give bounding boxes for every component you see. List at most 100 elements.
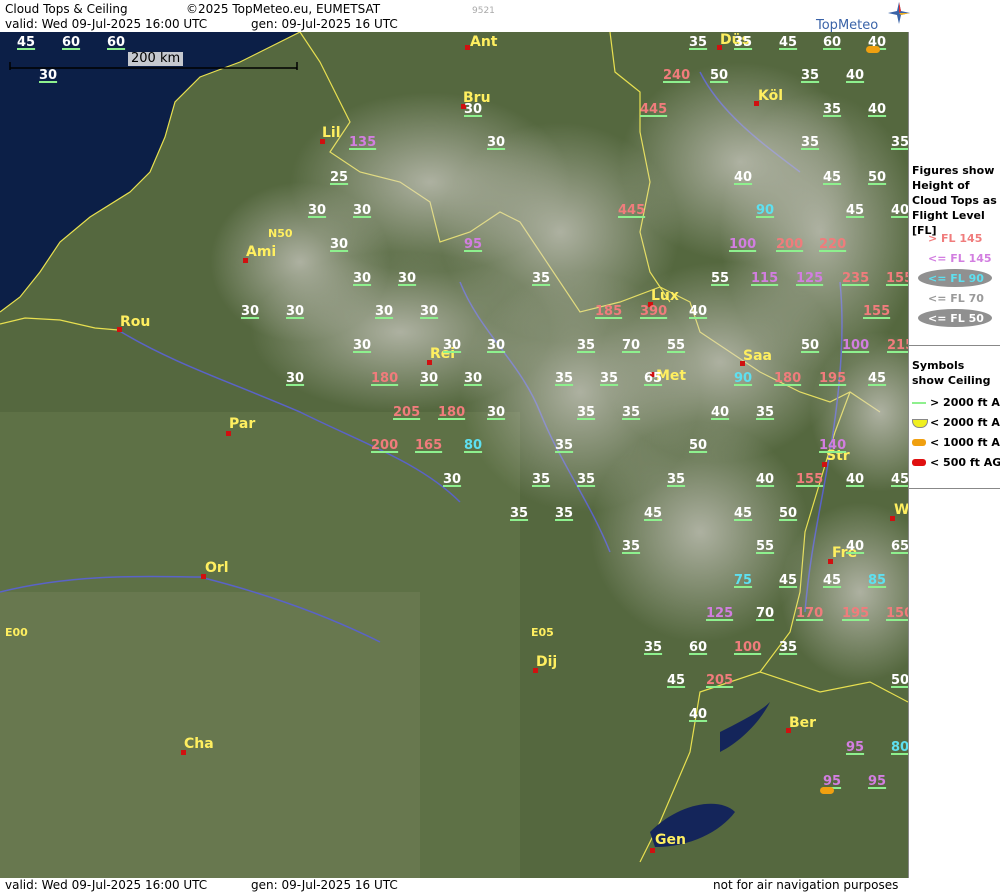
cloud-top-label: 215 [887,338,908,353]
cloud-top-label: 205 [706,673,734,688]
cloud-top-label: 35 [600,371,619,386]
legend-panel: Figures show Height of Cloud Tops as Fli… [908,32,1000,878]
city-label: Ami [246,244,277,260]
cloud-top-label: 195 [842,606,870,621]
cloud-top-label: 70 [622,338,641,353]
cloud-top-label: 35 [823,102,842,117]
cloud-top-label: 45 [644,506,663,521]
cloud-top-label: 35 [644,640,663,655]
cloud-top-label: 30 [308,203,327,218]
cloud-top-label: 45 [779,35,798,50]
city-label: Par [229,416,256,432]
cloud-top-label: 40 [734,170,753,185]
cloud-top-label: 55 [667,338,686,353]
cloud-top-label: 45 [891,472,908,487]
cloud-top-label: 135 [349,135,377,150]
cloud-top-label: 80 [464,438,483,453]
legend-fl-entry: <= FL 90 [928,272,984,285]
cloud-top-label: 30 [330,237,349,252]
cloud-top-label: 35 [577,472,596,487]
cloud-top-label: 200 [371,438,399,453]
cloud-top-label: 55 [756,539,775,554]
cloud-top-label: 40 [846,472,865,487]
city-label: Orl [205,560,229,576]
cloud-top-label: 45 [868,371,887,386]
cloud-top-label: 50 [891,673,908,688]
legend-ceiling-entry: < 500 ft AGL [930,456,1000,469]
legend-divider [909,488,1000,489]
cloud-top-label: 100 [729,237,757,252]
cloud-top-label: 35 [622,539,641,554]
city-label: Gen [655,832,686,848]
city-label: Ber [789,715,817,731]
cloud-top-label: 30 [375,304,394,319]
cloud-top-label: 35 [577,338,596,353]
cloud-top-label: 35 [801,135,820,150]
cloud-top-label: 30 [241,304,260,319]
cloud-top-label: 220 [819,237,847,252]
cloud-top-label: 60 [823,35,842,50]
city-label: Dij [536,654,558,670]
cloud-top-label: 65 [891,539,908,554]
ceiling-symbol [866,46,880,53]
cloud-top-label: 180 [371,371,399,386]
cloud-top-label: 185 [595,304,623,319]
satellite-map[interactable]: 200 km N50 E00 E05 Ant Düs Bru Köl Lil Ami Lux… [0,32,908,878]
cloud-top-label: 35 [891,135,908,150]
cloud-top-label: 70 [756,606,775,621]
cloud-top-label: 50 [710,68,729,83]
cloud-top-label: 65 [644,371,663,386]
cloud-top-label: 35 [734,35,753,50]
cloud-top-label: 30 [353,271,372,286]
cloud-top-label: 45 [823,573,842,588]
cloud-top-label: 180 [774,371,802,386]
cloud-top-label: 60 [107,35,126,50]
grid-label-lon: E05 [531,626,554,639]
cloud-top-label: 30 [443,338,462,353]
cloud-top-label: 30 [286,304,305,319]
legend-fl-title: Figures show Height of Cloud Tops as Fli… [912,164,997,237]
legend-ceiling-symbol [912,419,928,428]
footer-bar: valid: Wed 09-Jul-2025 16:00 UTC gen: 09… [0,878,1000,893]
cloud-top-label: 125 [706,606,734,621]
cloud-top-label: 205 [393,405,421,420]
legend-fl-entry: > FL 145 [928,232,983,245]
legend-divider [909,345,1000,346]
city-label: Lil [322,125,341,141]
cloud-top-label: 35 [622,405,641,420]
legend-ceiling-symbol [912,402,926,404]
generated-time: gen: 09-Jul-2025 16 UTC [251,17,398,31]
grid-label-lat: N50 [268,227,293,240]
city-marker [650,848,655,853]
cloud-top-label: 140 [819,438,847,453]
cloud-top-label: 50 [868,170,887,185]
ceiling-symbol [820,787,834,794]
city-label: Cha [184,736,214,752]
cloud-top-label: 30 [464,102,483,117]
cloud-top-label: 40 [846,539,865,554]
cloud-top-label: 155 [863,304,891,319]
cloud-top-label: 40 [846,68,865,83]
cloud-top-label: 35 [555,438,574,453]
cloud-top-label: 30 [420,304,439,319]
cloud-top-label: 50 [779,506,798,521]
cloud-top-label: 40 [711,405,730,420]
cloud-top-label: 40 [868,102,887,117]
cloud-top-label: 85 [868,573,887,588]
cloud-top-label: 155 [886,271,908,286]
cloud-top-label: 40 [689,707,708,722]
cloud-top-label: 30 [286,371,305,386]
cloud-top-label: 30 [353,203,372,218]
city-label: Ant [470,34,498,50]
cloud-top-label: 50 [801,338,820,353]
disclaimer: not for air navigation purposes [713,878,899,892]
cloud-top-label: 40 [689,304,708,319]
cloud-top-label: 35 [555,371,574,386]
cloud-top-label: 115 [751,271,779,286]
cloud-top-label: 30 [420,371,439,386]
city-label: Saa [743,348,772,364]
cloud-top-label: 35 [667,472,686,487]
legend-ceiling-entry: > 2000 ft AGL [930,396,1000,409]
cloud-top-label: 90 [734,371,753,386]
valid-time: valid: Wed 09-Jul-2025 16:00 UTC [5,17,208,31]
